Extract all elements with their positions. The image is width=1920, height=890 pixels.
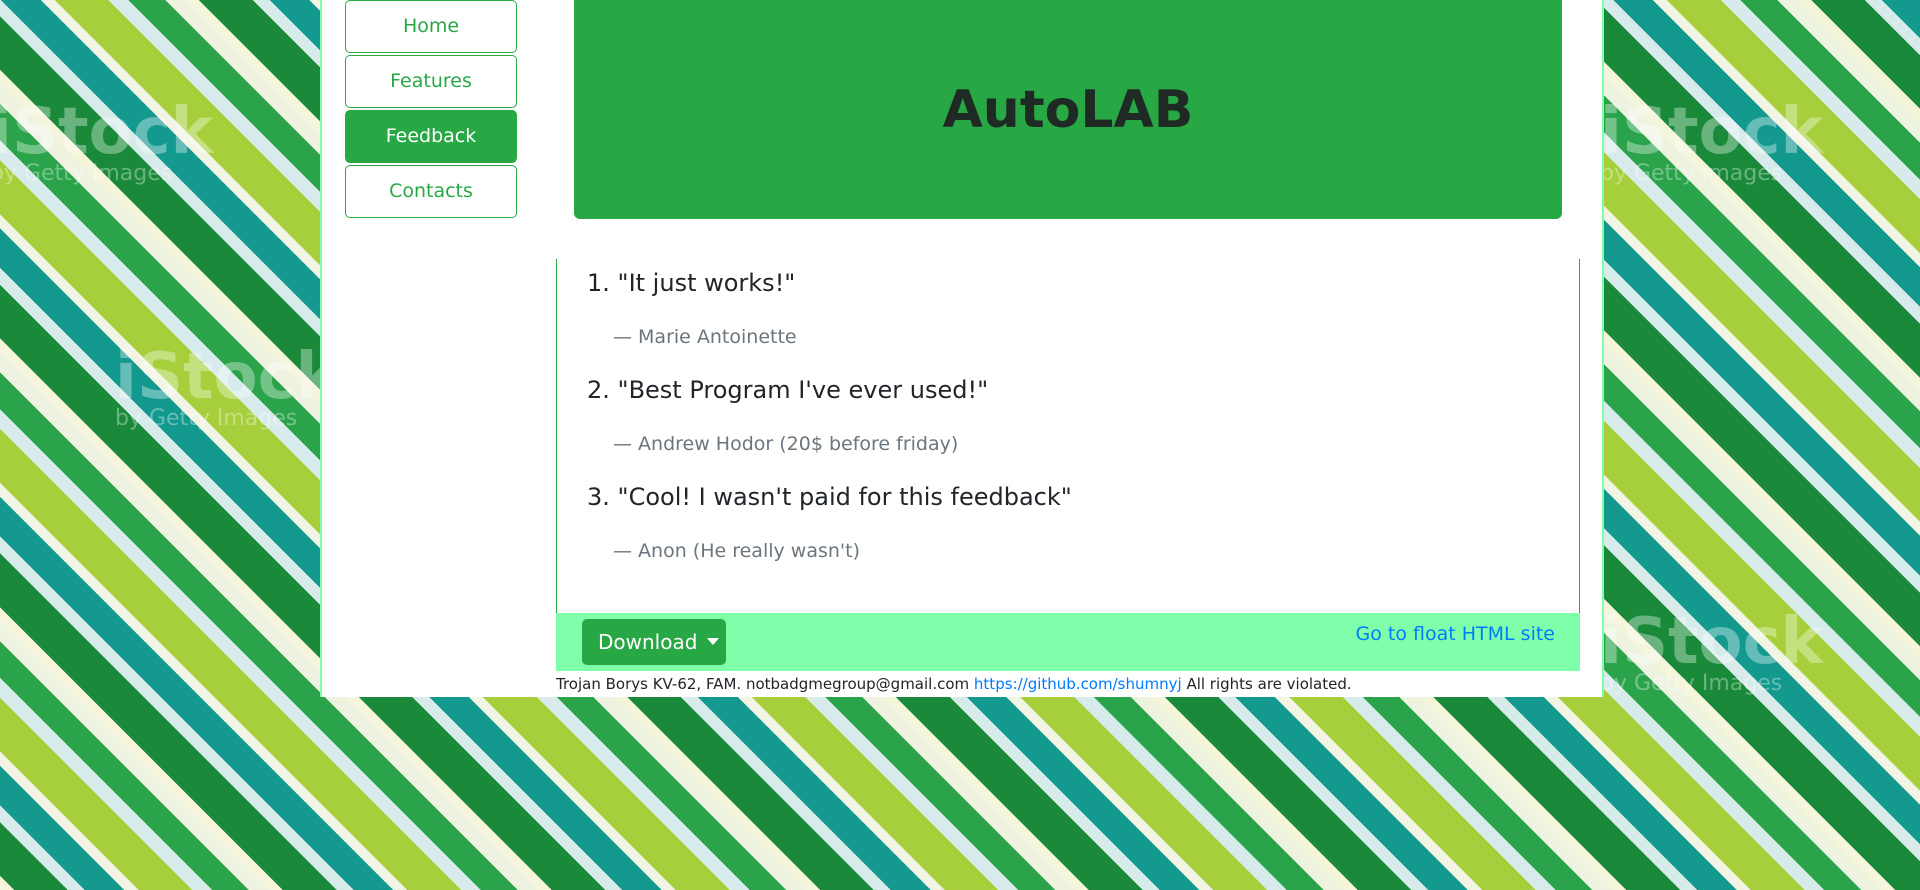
credits-text: Trojan Borys KV-62, FAM. notbadgmegroup@… (556, 675, 970, 693)
feedback-quote-1: 1. "It just works!" (587, 269, 796, 297)
float-site-link[interactable]: Go to float HTML site (1356, 623, 1555, 645)
page-title: AutoLAB (942, 79, 1194, 140)
nav-features-button[interactable]: Features (345, 55, 517, 108)
watermark: iStock by Getty Images (115, 340, 338, 431)
watermark-brand: iStock (1600, 605, 1824, 679)
watermark-brand: iStock (0, 95, 214, 169)
caret-down-icon (707, 638, 720, 645)
feedback-author-1: — Marie Antoinette (613, 326, 797, 348)
github-link[interactable]: https://github.com/shumnyj (974, 675, 1182, 693)
watermark: iStock by Getty Images (0, 95, 213, 186)
watermark-sub: by Getty Images (115, 406, 298, 431)
nav-feedback-button[interactable]: Feedback (345, 110, 517, 163)
feedback-author-2: — Andrew Hodor (20$ before friday) (613, 433, 959, 455)
nav-home-button[interactable]: Home (345, 0, 517, 53)
watermark-sub: by Getty Images (1600, 671, 1783, 696)
watermark-brand: iStock (1600, 95, 1824, 169)
side-nav: Home Features Feedback Contacts (345, 0, 517, 220)
download-label: Download (598, 630, 698, 654)
watermark-sub: by Getty Images (0, 161, 173, 186)
feedback-author-3: — Anon (He really wasn't) (613, 540, 860, 562)
nav-contacts-button[interactable]: Contacts (345, 165, 517, 218)
feedback-quote-2: 2. "Best Program I've ever used!" (587, 376, 989, 404)
download-dropdown-button[interactable]: Download (582, 619, 726, 665)
rights-text: All rights are violated. (1186, 675, 1352, 693)
page-container: Home Features Feedback Contacts AutoLAB … (320, 0, 1604, 697)
watermark: iStock by Getty Images (1600, 605, 1823, 696)
watermark: iStock by Getty Images (1600, 95, 1823, 186)
credits: Trojan Borys KV-62, FAM. notbadgmegroup@… (556, 675, 1352, 693)
footer-bar: Download Go to float HTML site (556, 613, 1580, 671)
watermark-brand: iStock (115, 340, 339, 414)
feedback-quote-3: 3. "Cool! I wasn't paid for this feedbac… (587, 483, 1072, 511)
watermark-sub: by Getty Images (1600, 161, 1783, 186)
header-banner: AutoLAB (574, 0, 1562, 219)
feedback-list: 1. "It just works!" — Marie Antoinette 2… (556, 259, 1580, 613)
